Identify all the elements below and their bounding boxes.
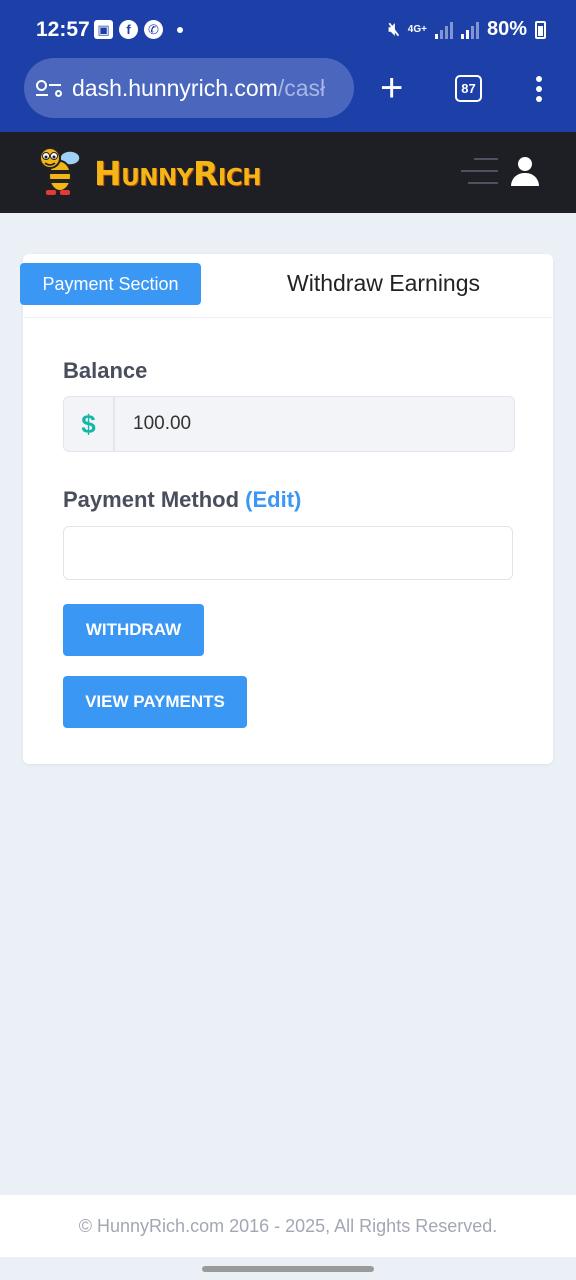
edit-payment-method-link[interactable]: (Edit) bbox=[245, 487, 301, 512]
notification-icons: ▣ f ✆ bbox=[94, 20, 183, 39]
footer: © HunnyRich.com 2016 - 2025, All Rights … bbox=[0, 1195, 576, 1257]
payment-section-badge: Payment Section bbox=[20, 263, 201, 305]
card-header: Payment Section Withdraw Earnings bbox=[20, 254, 553, 318]
hamburger-menu-icon[interactable] bbox=[461, 158, 498, 186]
user-profile-icon[interactable] bbox=[510, 157, 540, 187]
new-tab-icon[interactable]: + bbox=[380, 68, 403, 108]
more-notifications-icon bbox=[177, 26, 183, 33]
battery-icon bbox=[535, 20, 546, 39]
signal-icon bbox=[434, 21, 453, 39]
mute-icon: 🔇︎ bbox=[388, 19, 400, 39]
url-text: dash.hunnyrich.com/casł bbox=[72, 74, 326, 101]
brand-logo-text[interactable]: HunnyRich bbox=[94, 154, 262, 193]
view-payments-button[interactable]: VIEW PAYMENTS bbox=[63, 676, 247, 728]
whatsapp-icon: ✆ bbox=[144, 20, 163, 39]
withdraw-card: Payment Section Withdraw Earnings Balanc… bbox=[20, 254, 553, 764]
payment-method-label: Payment Method (Edit) bbox=[63, 487, 302, 512]
menu-icon[interactable] bbox=[536, 76, 542, 106]
status-bar: 12:57 ▣ f ✆ 🔇︎ 4G+ 80% bbox=[0, 0, 576, 60]
status-right: 🔇︎ 4G+ 80% bbox=[388, 18, 546, 41]
network-type: 4G+ bbox=[407, 23, 427, 35]
card-title: Withdraw Earnings bbox=[287, 270, 481, 296]
gesture-home-bar[interactable] bbox=[202, 1266, 374, 1272]
status-time: 12:57 bbox=[36, 18, 90, 41]
signal-icon-2 bbox=[460, 21, 479, 39]
withdraw-button[interactable]: WITHDRAW bbox=[63, 604, 204, 656]
address-bar[interactable]: dash.hunnyrich.com/casł bbox=[24, 58, 354, 118]
tab-switcher-button[interactable]: 87 bbox=[455, 75, 482, 102]
bee-logo-icon[interactable] bbox=[36, 142, 82, 198]
copyright-text: © HunnyRich.com 2016 - 2025, All Rights … bbox=[78, 1215, 498, 1236]
payment-method-field[interactable] bbox=[63, 526, 513, 580]
facebook-icon: f bbox=[119, 20, 138, 39]
balance-field[interactable]: 100.00 bbox=[114, 396, 515, 452]
browser-chrome: 12:57 ▣ f ✆ 🔇︎ 4G+ 80% dash.hunnyrich.co… bbox=[0, 0, 576, 132]
site-settings-icon[interactable] bbox=[36, 77, 62, 99]
battery-percent: 80% bbox=[486, 18, 527, 40]
balance-label: Balance bbox=[63, 358, 148, 383]
dollar-icon: $ bbox=[63, 396, 114, 452]
gallery-icon: ▣ bbox=[94, 20, 113, 39]
